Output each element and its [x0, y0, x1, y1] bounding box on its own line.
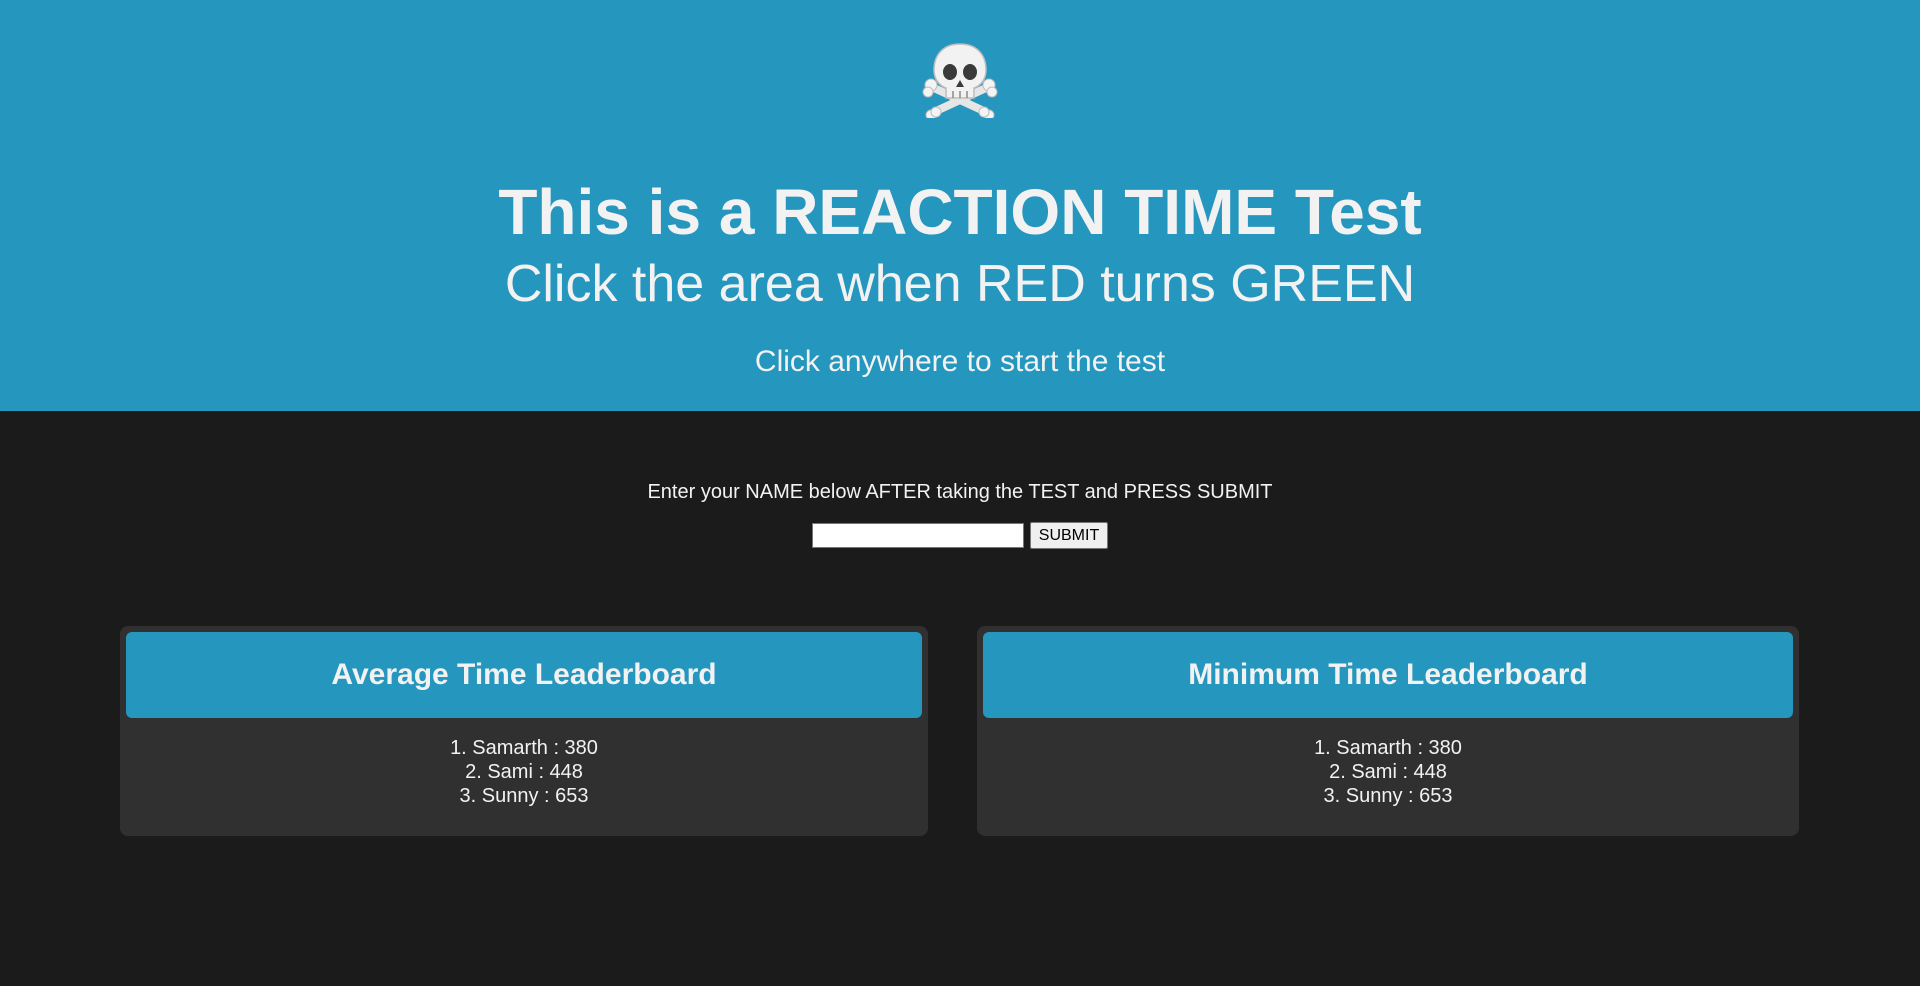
skull-crossbones-icon [0, 38, 1920, 118]
leaderboard-entry: 1. Samarth : 380 [450, 737, 598, 759]
minimum-leaderboard-list: 1. Samarth : 380 2. Sami : 448 3. Sunny … [977, 736, 1799, 808]
average-leaderboard-list: 1. Samarth : 380 2. Sami : 448 3. Sunny … [120, 736, 928, 808]
leaderboard-entry: 3. Sunny : 653 [1323, 785, 1453, 807]
minimum-time-leaderboard: Minimum Time Leaderboard 1. Samarth : 38… [977, 626, 1799, 836]
name-submit-section: Enter your NAME below AFTER taking the T… [0, 478, 1920, 549]
reaction-test-area[interactable]: This is a REACTION TIME Test Click the a… [0, 0, 1920, 411]
leaderboard-entry: 1. Samarth : 380 [1314, 737, 1462, 759]
submit-row: SUBMIT [0, 522, 1920, 549]
average-leaderboard-title: Average Time Leaderboard [126, 632, 922, 718]
average-time-leaderboard: Average Time Leaderboard 1. Samarth : 38… [120, 626, 928, 836]
leaderboard-entry: 2. Sami : 448 [1329, 761, 1447, 783]
leaderboard-entry: 3. Sunny : 653 [459, 785, 589, 807]
submit-button[interactable]: SUBMIT [1029, 522, 1109, 549]
page-title: This is a REACTION TIME Test [498, 176, 1422, 248]
start-hint: Click anywhere to start the test [754, 345, 1166, 378]
leaderboard-entry: 2. Sami : 448 [465, 761, 583, 783]
name-input[interactable] [811, 523, 1024, 548]
minimum-leaderboard-title: Minimum Time Leaderboard [983, 632, 1793, 718]
submit-instructions: Enter your NAME below AFTER taking the T… [647, 481, 1273, 503]
page-subtitle: Click the area when RED turns GREEN [504, 255, 1416, 313]
